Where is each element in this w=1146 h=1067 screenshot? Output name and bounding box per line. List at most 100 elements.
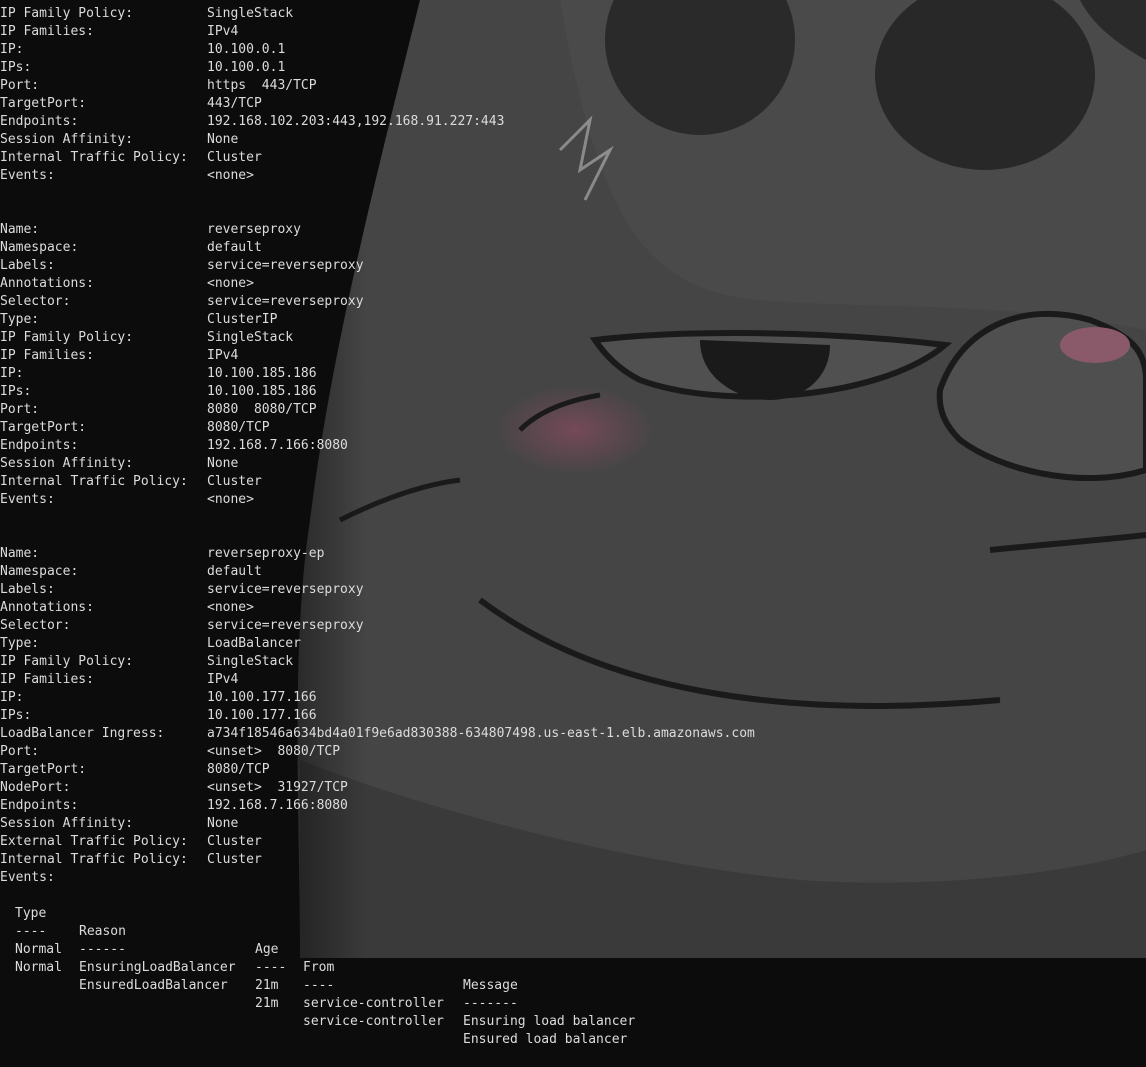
events-divider-row: ---- ------ ---- ---- ------- [0,905,518,1011]
field-row: IPs: 10.100.0.1 [0,59,285,77]
events-col-message: Message [463,978,518,993]
field-row: Selector: service=reverseproxy [0,293,364,311]
field-value: service=reverseproxy [207,618,364,633]
field-key: Endpoints: [0,438,79,453]
event-message: Ensuring load balancer [463,1014,636,1029]
field-row: Name: reverseproxy [0,221,301,239]
field-key: Port: [0,744,40,759]
events-table: Type Reason Age From Message ---- ------… [0,887,635,1047]
field-row: External Traffic Policy: Cluster [0,833,262,851]
field-key: Port: [0,402,40,417]
field-key: Session Affinity: [0,456,134,471]
field-row: Selector: service=reverseproxy [0,617,364,635]
event-message: Ensured load balancer [463,1032,628,1047]
field-row: IP Families: IPv4 [0,671,238,689]
field-value: 10.100.185.186 [207,366,317,381]
field-value: IPv4 [207,348,239,363]
field-row: Namespace: default [0,239,262,257]
blank-lines [0,185,63,221]
field-key: Namespace: [0,240,79,255]
field-value: https 443/TCP [207,78,317,93]
field-value: Cluster [207,150,262,165]
field-row: Labels: service=reverseproxy [0,581,364,599]
divider: ---- [303,978,335,993]
field-key: TargetPort: [0,96,87,111]
field-row: TargetPort: 8080/TCP [0,419,270,437]
field-value: reverseproxy [207,222,301,237]
field-row: Internal Traffic Policy: Cluster [0,149,262,167]
field-key: Annotations: [0,600,94,615]
service-block-reverseproxy: Name: reverseproxy Namespace: default Labe… [0,221,364,509]
event-age: 21m [255,996,279,1011]
field-row: Endpoints: 192.168.102.203:443,192.168.91… [0,113,504,131]
field-row: IP Family Policy: SingleStack [0,5,293,23]
service-block-kubernetes: IP Family Policy: SingleStack IP Families… [0,5,504,185]
field-value: None [207,132,239,147]
field-value: 8080/TCP [207,762,270,777]
divider: ------ [79,942,126,957]
field-row: Internal Traffic Policy: Cluster [0,473,262,491]
field-key: IP Families: [0,24,94,39]
blank-lines [0,509,63,545]
field-key: Endpoints: [0,114,79,129]
events-col-from: From [303,960,335,975]
field-value: Cluster [207,474,262,489]
field-key: External Traffic Policy: [0,834,188,849]
field-value: <none> [207,168,254,183]
field-row: Annotations: <none> [0,599,254,617]
divider: ---- [255,960,287,975]
event-reason: EnsuredLoadBalancer [79,978,228,993]
field-row: Annotations: <none> [0,275,254,293]
events-col-age: Age [255,942,279,957]
field-key: IP Family Policy: [0,330,134,345]
field-row: Port: https 443/TCP [0,77,317,95]
field-value: Cluster [207,852,262,867]
field-row: Session Affinity: None [0,455,238,473]
field-row: IPs: 10.100.185.186 [0,383,317,401]
field-key: Annotations: [0,276,94,291]
field-value: LoadBalancer [207,636,301,651]
field-value: ClusterIP [207,312,278,327]
field-value: 192.168.7.166:8080 [207,798,348,813]
field-key: IP Families: [0,348,94,363]
field-key: IP Families: [0,672,94,687]
field-key: Labels: [0,258,55,273]
field-value: Cluster [207,834,262,849]
field-value: <none> [207,492,254,507]
events-header-row: Type Reason Age From Message [0,887,518,993]
field-key: IP: [0,690,24,705]
field-key: Port: [0,78,40,93]
field-row: TargetPort: 8080/TCP [0,761,270,779]
field-value: <unset> 8080/TCP [207,744,341,759]
field-key: IPs: [0,60,32,75]
field-key: Internal Traffic Policy: [0,150,188,165]
field-key: Events: [0,870,55,885]
field-key: LoadBalancer Ingress: [0,726,165,741]
field-value: SingleStack [207,654,294,669]
field-row: Session Affinity: None [0,131,238,149]
field-value: a734f18546a634bd4a01f9e6ad830388-6348074… [207,726,755,741]
field-row: Events: <none> [0,491,254,509]
field-value: IPv4 [207,672,239,687]
field-key: Name: [0,546,40,561]
events-row: Normal EnsuredLoadBalancer 21m service-c… [0,941,627,1047]
field-row: Endpoints: 192.168.7.166:8080 [0,437,348,455]
field-key: Selector: [0,618,71,633]
field-value: 10.100.0.1 [207,42,286,57]
field-row: NodePort: <unset> 31927/TCP [0,779,348,797]
field-key: IP Family Policy: [0,654,134,669]
field-key: Events: [0,168,55,183]
events-col-reason: Reason [79,924,126,939]
field-key: Namespace: [0,564,79,579]
field-row: Type: LoadBalancer [0,635,301,653]
field-row: Endpoints: 192.168.7.166:8080 [0,797,348,815]
field-key: Endpoints: [0,798,79,813]
field-row: Type: ClusterIP [0,311,277,329]
field-value: service=reverseproxy [207,258,364,273]
field-row: TargetPort: 443/TCP [0,95,262,113]
field-value: None [207,816,239,831]
field-value: default [207,564,262,579]
field-value: reverseproxy-ep [207,546,325,561]
field-row: Events: [0,869,63,887]
field-key: TargetPort: [0,762,87,777]
